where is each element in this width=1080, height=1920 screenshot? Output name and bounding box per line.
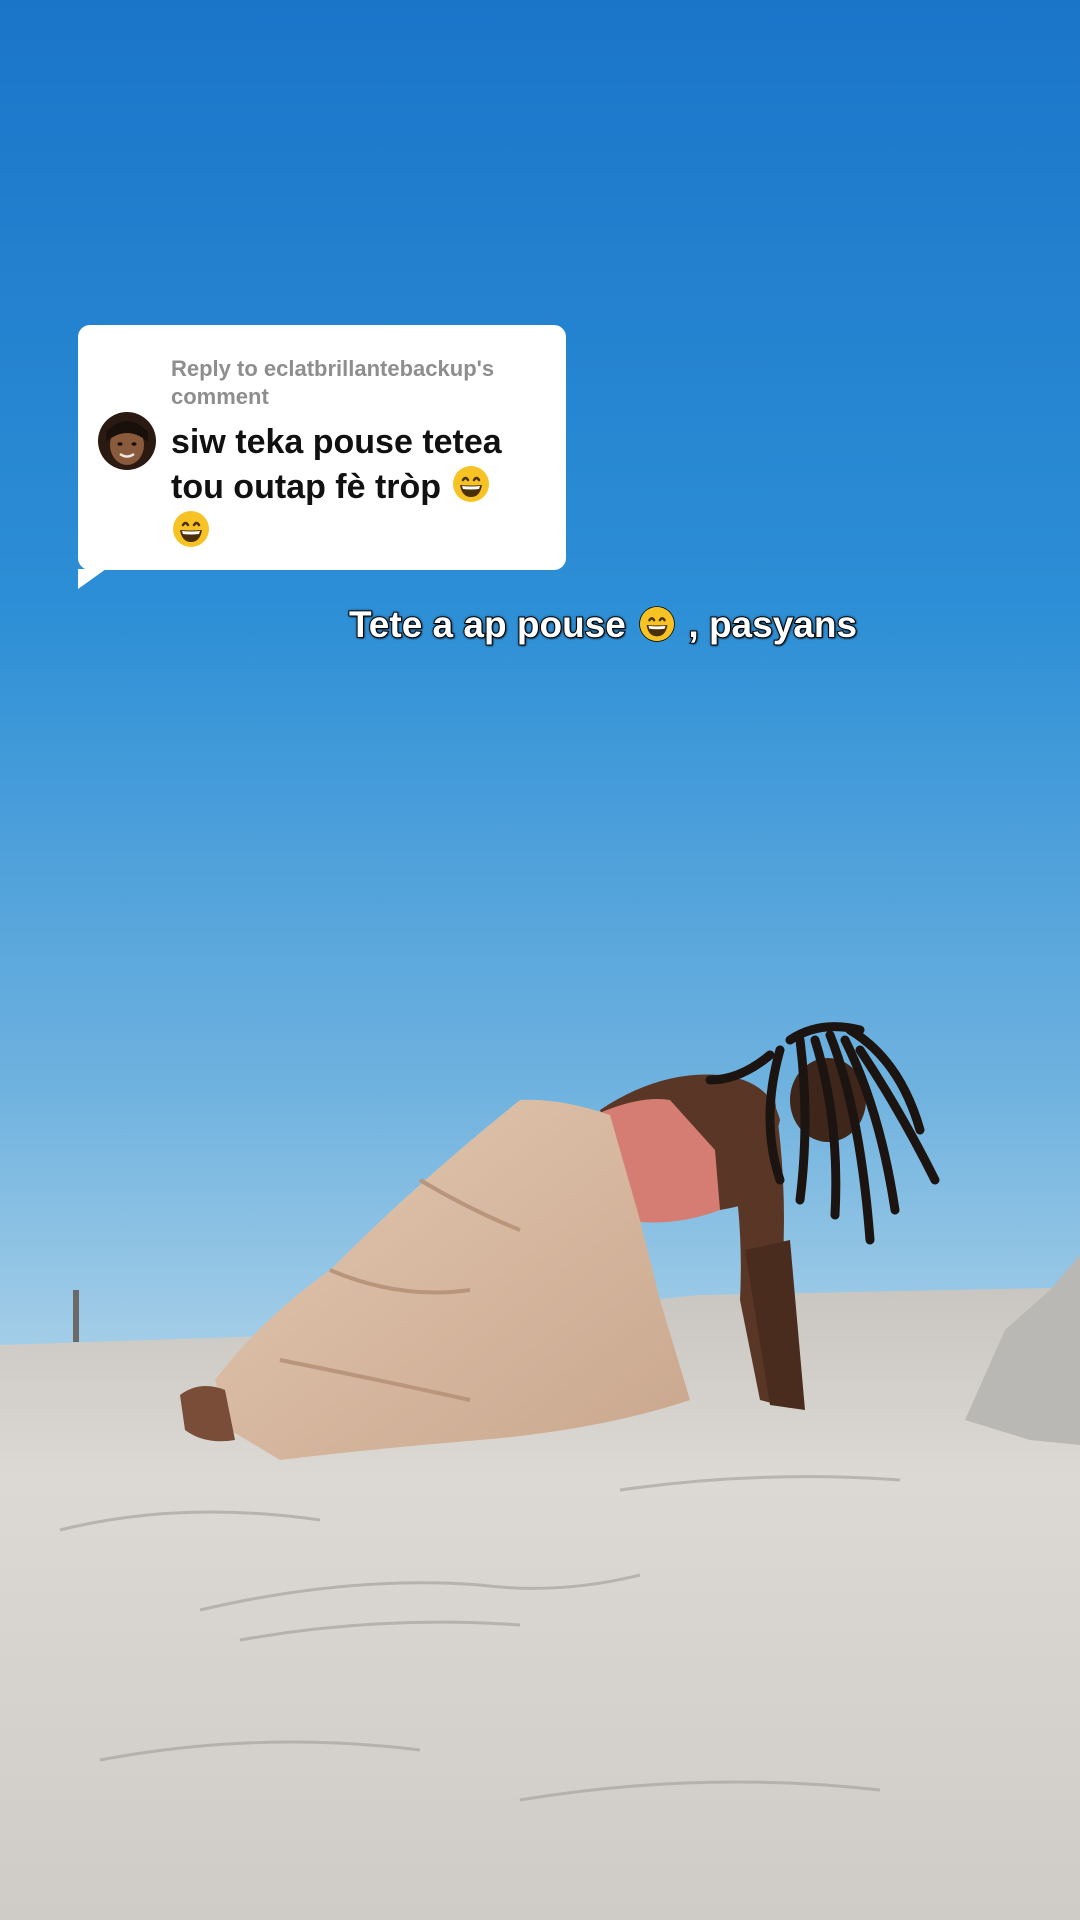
grinning-face-icon [452, 466, 489, 502]
commenter-avatar[interactable] [98, 412, 156, 470]
video-frame [0, 0, 1080, 1920]
grinning-face-icon [639, 606, 675, 642]
post [73, 1290, 79, 1342]
grinning-face-icon [173, 511, 209, 547]
reply-card-tail [78, 569, 106, 589]
reply-comment-text: siw teka pouse tetea tou outap fè tròp [171, 421, 538, 554]
video-caption: Tete a ap pouse , pasyans [0, 603, 1080, 646]
caption-text-start: Tete a ap pouse [348, 603, 627, 646]
video-screen[interactable]: Reply to eclatbrillantebackup's comment … [0, 0, 1080, 1920]
caption-text-end: , pasyans [687, 603, 858, 646]
reply-header: Reply to eclatbrillantebackup's comment [171, 356, 495, 409]
reply-comment-card[interactable]: Reply to eclatbrillantebackup's comment … [78, 325, 566, 589]
